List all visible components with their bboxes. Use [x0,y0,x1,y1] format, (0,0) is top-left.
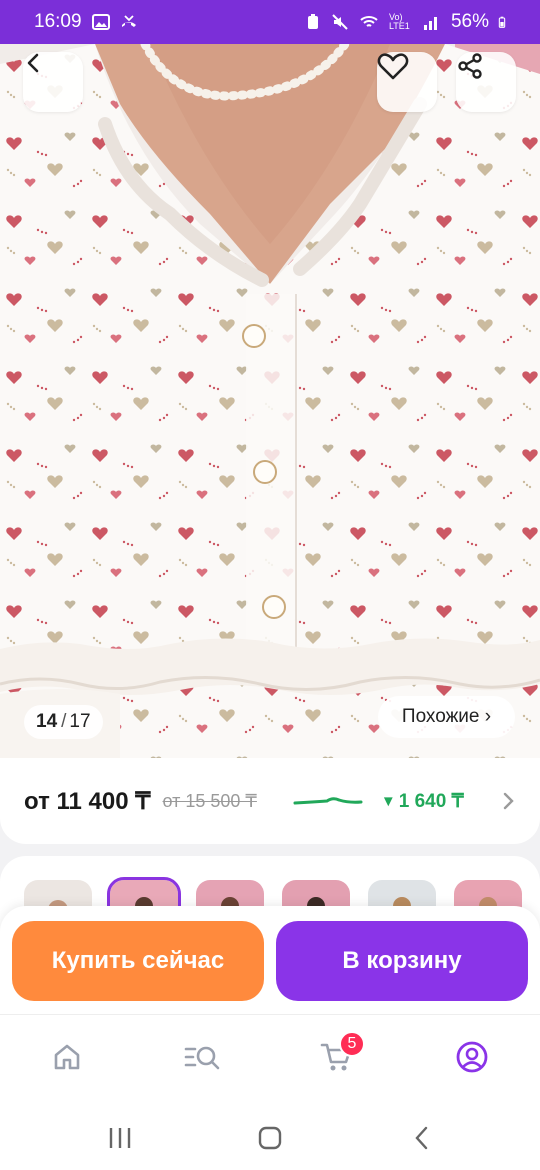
image-counter-total: 17 [69,711,91,732]
status-bar: 16:09 Vo) LTE1 56% [0,0,540,44]
home-system-button[interactable] [254,1122,286,1154]
product-photo [0,44,540,762]
recent-apps-icon [109,1128,131,1148]
old-price: от 15 500 ₸ [162,790,257,811]
battery-percent: 56% [450,11,489,32]
current-price: от 11 400 ₸ [24,787,151,815]
price-drop-value: 1 640 ₸ [398,790,464,812]
share-icon [458,53,482,79]
network-label: Vo) LTE1 [388,12,410,31]
image-counter: 14 / 17 [24,705,103,739]
share-button[interactable] [456,52,516,112]
price-trend-line [293,797,363,805]
image-counter-separator: / [61,711,67,732]
home-icon [54,1044,80,1070]
catalog-search-icon [184,1046,220,1070]
status-time: 16:09 [34,11,82,32]
recent-apps-button[interactable] [104,1122,136,1154]
mute-icon [332,14,348,30]
nav-profile[interactable] [452,1037,492,1077]
product-image[interactable]: 14 / 17 Похожие › [0,44,540,762]
battery-icon [498,16,506,28]
signal-icon [423,17,437,30]
missed-call-icon [121,15,136,27]
system-back-button[interactable] [406,1122,438,1154]
favorite-button[interactable] [377,52,437,112]
price-drop: ▼ 1 640 ₸ [381,790,464,813]
nav-home[interactable] [47,1037,87,1077]
action-bar: Купить сейчас В корзину [0,906,540,1014]
product-page: 16:09 Vo) LTE1 56% 14 / 17 Похожие › от … [0,0,540,1170]
add-to-cart-button[interactable]: В корзину [276,921,528,1001]
wifi-icon [360,16,378,27]
cart-badge: 5 [339,1031,365,1057]
chevron-left-icon [27,53,39,73]
similar-button[interactable]: Похожие › [378,696,515,738]
heart-icon [377,53,409,80]
nav-catalog[interactable] [182,1037,222,1077]
price-card[interactable]: от 11 400 ₸ от 15 500 ₸ ▼ 1 640 ₸ [0,758,540,844]
profile-icon [456,1041,488,1073]
buy-now-button[interactable]: Купить сейчас [12,921,264,1001]
bottom-nav: 5 [0,1014,540,1106]
system-back-icon [415,1126,428,1150]
battery-saver-icon [307,14,318,29]
price-drop-arrow-icon: ▼ [380,792,396,810]
image-counter-current: 14 [36,711,58,732]
home-square-icon [258,1126,282,1150]
system-nav-bar [0,1106,540,1170]
similar-label: Похожие › [401,706,492,727]
nav-cart[interactable]: 5 [317,1031,365,1077]
back-button[interactable] [23,52,83,112]
gallery-icon [91,14,110,30]
chevron-right-icon [503,792,514,810]
